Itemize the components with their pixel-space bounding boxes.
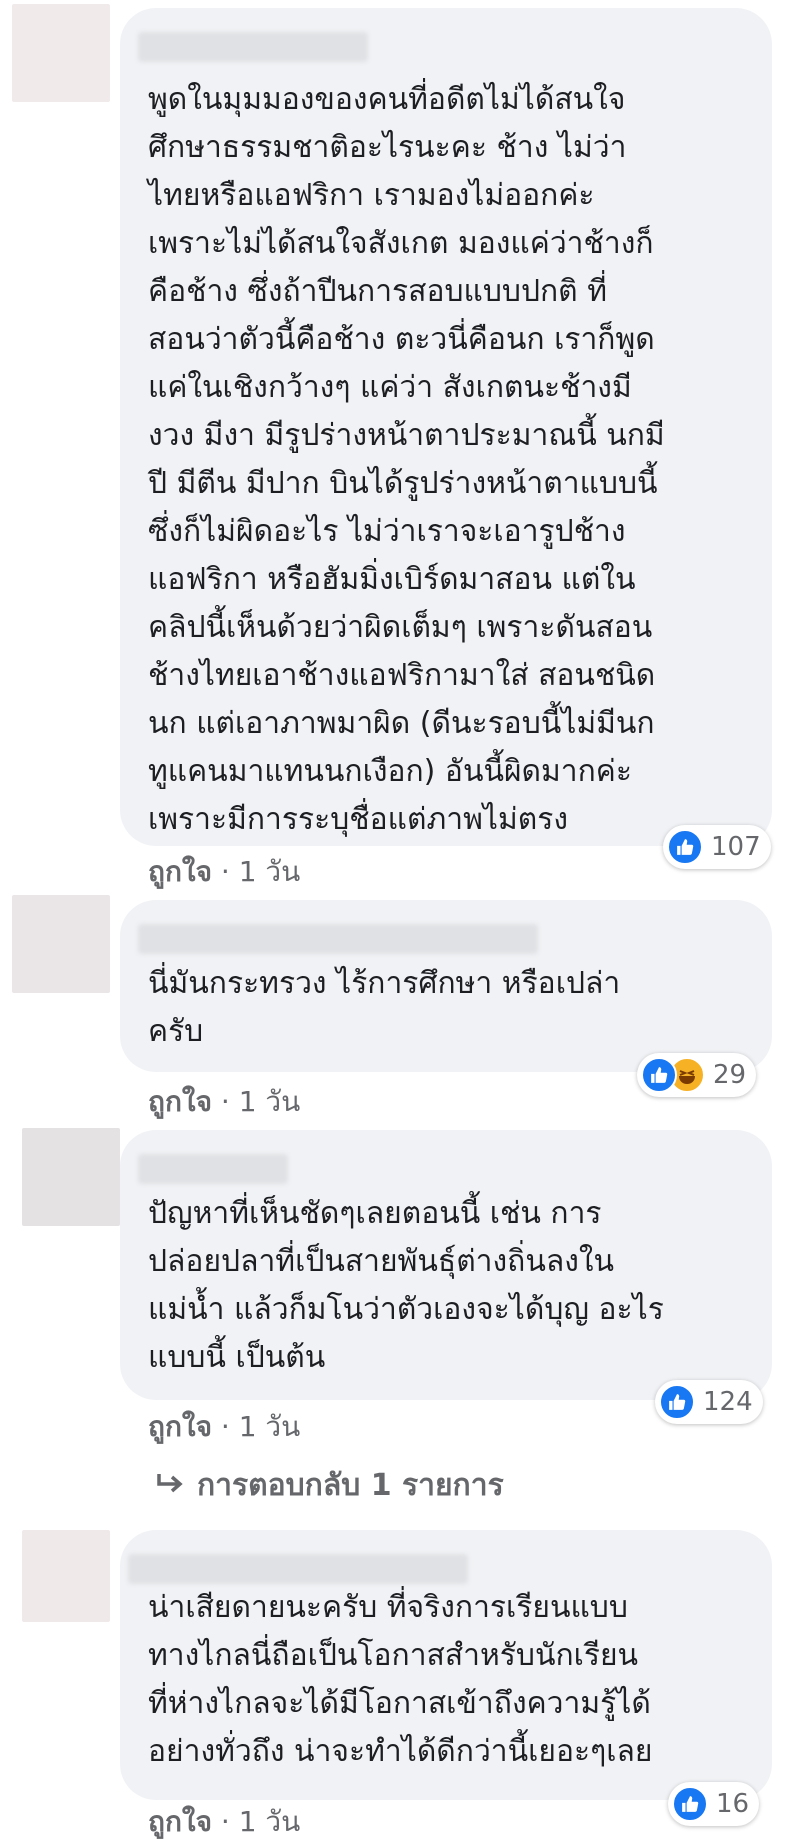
reaction-count: 124: [703, 1387, 753, 1417]
comment-meta: ถูกใจ · 1 วัน: [148, 1080, 300, 1124]
comment-text: นี่มันกระทรวง ไร้การศึกษา หรือเปล่า ครับ: [148, 966, 621, 1049]
comment-text: ปัญหาที่เห็นชัดๆเลยตอนนี้ เช่น การ ปล่อย…: [148, 1196, 664, 1375]
reaction-summary[interactable]: 107: [663, 825, 771, 869]
meta-separator: ·: [220, 1805, 239, 1838]
meta-separator: ·: [220, 1085, 239, 1118]
reaction-summary[interactable]: 16: [668, 1782, 760, 1826]
comment-meta: ถูกใจ · 1 วัน: [148, 1405, 300, 1449]
comment-text: พูดในมุมมองของคนที่อดีตไม่ได้สนใจ ศึกษาธ…: [148, 82, 665, 837]
reaction-summary[interactable]: 29: [637, 1053, 757, 1097]
comment-time[interactable]: 1 วัน: [239, 855, 301, 888]
reaction-count: 107: [711, 832, 761, 862]
comment-bubble: น่าเสียดายนะครับ ที่จริงการเรียนแบบ ทางไ…: [120, 1530, 772, 1800]
comment-meta: ถูกใจ · 1 วัน: [148, 850, 300, 894]
comment-text: น่าเสียดายนะครับ ที่จริงการเรียนแบบ ทางไ…: [148, 1590, 653, 1769]
avatar[interactable]: [12, 4, 110, 102]
reply-count-label: การตอบกลับ 1 รายการ: [197, 1468, 504, 1503]
like-link[interactable]: ถูกใจ: [148, 1085, 212, 1118]
commenter-name[interactable]: [138, 924, 538, 954]
comment-bubble: พูดในมุมมองของคนที่อดีตไม่ได้สนใจ ศึกษาธ…: [120, 8, 772, 846]
meta-separator: ·: [220, 1410, 239, 1443]
like-icon: [641, 1057, 677, 1093]
comment-time[interactable]: 1 วัน: [239, 1085, 301, 1118]
like-link[interactable]: ถูกใจ: [148, 1805, 212, 1838]
avatar[interactable]: [22, 1530, 110, 1622]
comment-bubble: ปัญหาที่เห็นชัดๆเลยตอนนี้ เช่น การ ปล่อย…: [120, 1130, 772, 1400]
avatar[interactable]: [12, 895, 110, 993]
commenter-name[interactable]: [128, 1554, 468, 1584]
like-icon: [667, 829, 703, 865]
like-link[interactable]: ถูกใจ: [148, 855, 212, 888]
comment-time[interactable]: 1 วัน: [239, 1805, 301, 1838]
reaction-count: 29: [713, 1060, 747, 1090]
comment-time[interactable]: 1 วัน: [239, 1410, 301, 1443]
reaction-count: 16: [716, 1789, 750, 1819]
comment-meta: ถูกใจ · 1 วัน: [148, 1800, 300, 1844]
avatar[interactable]: [22, 1128, 120, 1226]
like-icon: [672, 1786, 708, 1822]
commenter-name[interactable]: [138, 1154, 288, 1184]
commenter-name[interactable]: [138, 32, 368, 62]
view-replies-link[interactable]: การตอบกลับ 1 รายการ: [155, 1462, 504, 1509]
comment-bubble: นี่มันกระทรวง ไร้การศึกษา หรือเปล่า ครับ: [120, 900, 772, 1072]
reply-arrow-icon: [157, 1474, 183, 1493]
like-icon: [659, 1384, 695, 1420]
like-link[interactable]: ถูกใจ: [148, 1410, 212, 1443]
reaction-summary[interactable]: 124: [655, 1380, 763, 1424]
meta-separator: ·: [220, 855, 239, 888]
